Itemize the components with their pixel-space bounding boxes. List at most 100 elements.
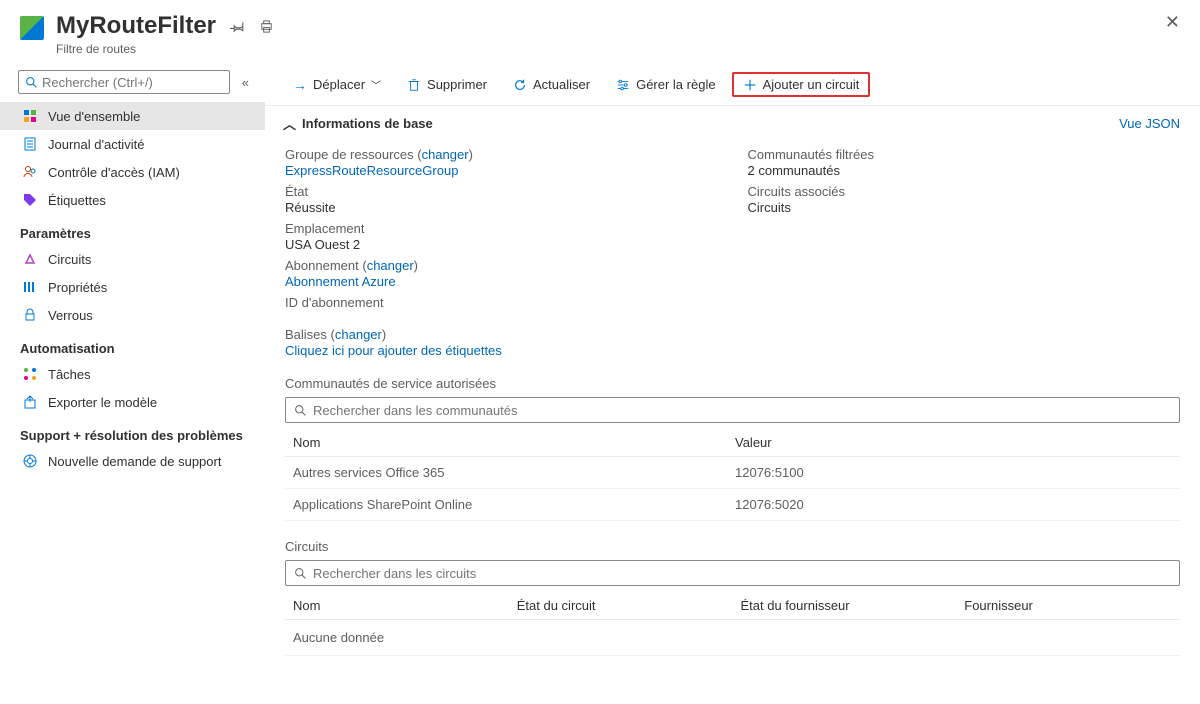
- sidebar-section-automation: Automatisation: [0, 329, 265, 360]
- sidebar-section-support: Support + résolution des problèmes: [0, 416, 265, 447]
- toolbar: → Déplacer ﹀ Supprimer Actualiser: [265, 64, 1200, 106]
- circuits-search[interactable]: [285, 560, 1180, 586]
- chevron-up-icon: ︿: [283, 114, 296, 133]
- tags-change-link[interactable]: changer: [335, 327, 382, 342]
- manage-rule-button[interactable]: Gérer la règle: [606, 73, 725, 96]
- support-icon: [22, 453, 38, 469]
- sidebar-item-label: Nouvelle demande de support: [48, 454, 221, 469]
- sidebar-item-label: Verrous: [48, 308, 93, 323]
- sidebar-item-label: Contrôle d'accès (IAM): [48, 165, 180, 180]
- delete-button[interactable]: Supprimer: [397, 73, 497, 96]
- sidebar-item-label: Journal d'activité: [48, 137, 144, 152]
- communities-search[interactable]: [285, 397, 1180, 423]
- essentials-grid: Groupe de ressources (changer) ExpressRo…: [265, 137, 1200, 311]
- sidebar-item-support[interactable]: Nouvelle demande de support: [0, 447, 265, 475]
- iam-icon: [22, 164, 38, 180]
- community-name: Applications SharePoint Online: [285, 497, 735, 512]
- rg-change-link[interactable]: changer: [422, 147, 469, 162]
- pin-icon[interactable]: [230, 19, 245, 34]
- circuits-col-state[interactable]: État du circuit: [509, 598, 733, 613]
- search-icon: [294, 404, 307, 417]
- state-value: Réussite: [285, 200, 718, 215]
- communities-col-value[interactable]: Valeur: [735, 435, 1180, 450]
- assoc-label: Circuits associés: [748, 184, 1181, 199]
- rg-value[interactable]: ExpressRouteResourceGroup: [285, 163, 718, 178]
- circuits-title: Circuits: [265, 521, 1200, 558]
- location-label: Emplacement: [285, 221, 718, 236]
- page-title: MyRouteFilter: [56, 12, 216, 40]
- essentials-toggle[interactable]: ︿ Informations de base: [283, 114, 433, 133]
- print-icon[interactable]: [259, 19, 274, 34]
- sidebar-item-locks[interactable]: Verrous: [0, 301, 265, 329]
- view-json-link[interactable]: Vue JSON: [1119, 116, 1180, 131]
- sidebar-search-input[interactable]: [42, 75, 223, 90]
- circuits-col-provider[interactable]: Fournisseur: [956, 598, 1180, 613]
- sidebar-item-label: Étiquettes: [48, 193, 106, 208]
- plus-icon: [743, 78, 757, 92]
- search-icon: [294, 567, 307, 580]
- sidebar-item-tasks[interactable]: Tâches: [0, 360, 265, 388]
- filtered-value: 2 communautés: [748, 163, 1181, 178]
- table-row[interactable]: Autres services Office 36512076:5100: [285, 457, 1180, 489]
- sidebar-item-properties[interactable]: Propriétés: [0, 273, 265, 301]
- main-content: → Déplacer ﹀ Supprimer Actualiser: [265, 64, 1200, 704]
- community-name: Autres services Office 365: [285, 465, 735, 480]
- tags-label: Balises: [285, 327, 327, 342]
- sub-value[interactable]: Abonnement Azure: [285, 274, 718, 289]
- table-row[interactable]: Applications SharePoint Online12076:5020: [285, 489, 1180, 521]
- location-value: USA Ouest 2: [285, 237, 718, 252]
- overview-icon: [22, 108, 38, 124]
- sidebar-item-overview[interactable]: Vue d'ensemble: [0, 102, 265, 130]
- trash-icon: [407, 78, 421, 92]
- community-value: 12076:5100: [735, 465, 1180, 480]
- circuits-icon: [22, 251, 38, 267]
- sidebar-item-activity[interactable]: Journal d'activité: [0, 130, 265, 158]
- chevron-down-icon: ﹀: [371, 77, 381, 92]
- state-label: État: [285, 184, 718, 199]
- close-icon[interactable]: ✕: [1165, 12, 1180, 33]
- sidebar-item-label: Circuits: [48, 252, 91, 267]
- rg-label: Groupe de ressources: [285, 147, 414, 162]
- sidebar-item-label: Exporter le modèle: [48, 395, 157, 410]
- communities-search-input[interactable]: [313, 403, 1171, 418]
- move-button[interactable]: → Déplacer ﹀: [283, 73, 391, 97]
- tags-icon: [22, 192, 38, 208]
- circuits-table: Nom État du circuit État du fournisseur …: [285, 592, 1180, 656]
- circuits-col-provider-state[interactable]: État du fournisseur: [733, 598, 957, 613]
- properties-icon: [22, 279, 38, 295]
- sidebar-item-export[interactable]: Exporter le modèle: [0, 388, 265, 416]
- add-circuit-button[interactable]: Ajouter un circuit: [732, 72, 871, 97]
- sliders-icon: [616, 78, 630, 92]
- sidebar: « Vue d'ensemble Journal d'activité Contrô…: [0, 64, 265, 704]
- sidebar-item-tags[interactable]: Étiquettes: [0, 186, 265, 214]
- assoc-value: Circuits: [748, 200, 1181, 215]
- sidebar-item-iam[interactable]: Contrôle d'accès (IAM): [0, 158, 265, 186]
- circuits-search-input[interactable]: [313, 566, 1171, 581]
- locks-icon: [22, 307, 38, 323]
- communities-table: Nom Valeur Autres services Office 365120…: [285, 429, 1180, 521]
- refresh-button[interactable]: Actualiser: [503, 73, 600, 96]
- community-value: 12076:5020: [735, 497, 1180, 512]
- circuits-col-name[interactable]: Nom: [285, 598, 509, 613]
- sidebar-search[interactable]: [18, 70, 230, 94]
- activity-icon: [22, 136, 38, 152]
- sub-label: Abonnement: [285, 258, 359, 273]
- sidebar-item-label: Vue d'ensemble: [48, 109, 140, 124]
- tasks-icon: [22, 366, 38, 382]
- page-header: MyRouteFilter Filtre de routes ✕: [0, 0, 1200, 64]
- sidebar-item-label: Propriétés: [48, 280, 107, 295]
- collapse-sidebar-icon[interactable]: «: [238, 73, 253, 92]
- search-icon: [25, 76, 38, 89]
- resource-icon: [20, 16, 44, 40]
- subid-label: ID d'abonnement: [285, 295, 718, 310]
- tags-add-link[interactable]: Cliquez ici pour ajouter des étiquettes: [285, 343, 1180, 358]
- sidebar-item-circuits[interactable]: Circuits: [0, 245, 265, 273]
- refresh-icon: [513, 78, 527, 92]
- sub-change-link[interactable]: changer: [367, 258, 414, 273]
- communities-col-name[interactable]: Nom: [285, 435, 735, 450]
- move-icon: →: [293, 77, 307, 93]
- page-subtitle: Filtre de routes: [56, 42, 1180, 56]
- circuits-nodata: Aucune donnée: [285, 620, 1180, 656]
- export-icon: [22, 394, 38, 410]
- sidebar-section-settings: Paramètres: [0, 214, 265, 245]
